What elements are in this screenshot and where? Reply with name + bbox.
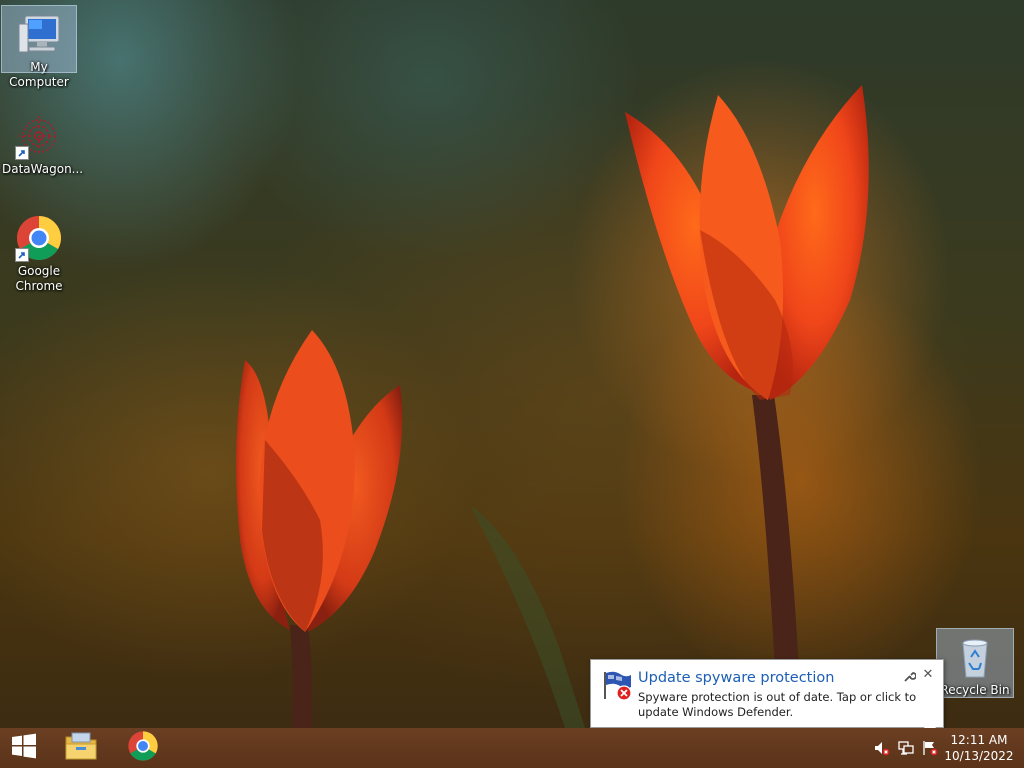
action-center-flag-icon[interactable]: [922, 740, 938, 756]
volume-muted-icon[interactable]: [874, 740, 890, 756]
windows-defender-flag-icon: [600, 669, 634, 703]
computer-icon: [15, 10, 63, 58]
desktop-icon-label: My Computer: [9, 60, 69, 89]
desktop-icon-google-chrome[interactable]: Google Chrome: [2, 210, 76, 294]
desktop-wallpaper: [236, 60, 950, 728]
shortcut-arrow-icon: [15, 248, 29, 262]
start-button[interactable]: [0, 728, 48, 768]
desktop-icon-label: Google Chrome: [15, 264, 63, 293]
taskbar-file-explorer[interactable]: [57, 728, 105, 768]
notification-title: Update spyware protection: [638, 670, 835, 686]
close-icon[interactable]: ✕: [921, 668, 935, 682]
clock-time: 12:11 AM: [950, 733, 1008, 747]
taskbar: 12:11 AM 10/13/2022: [0, 728, 1024, 768]
chrome-icon: [127, 730, 159, 766]
datawagon-icon: [15, 112, 63, 160]
shortcut-arrow-icon: [15, 146, 29, 160]
desktop-icon-my-computer[interactable]: My Computer: [1, 5, 77, 89]
clock-date: 10/13/2022: [944, 749, 1014, 763]
desktop-icon-label: DataWagon...: [2, 162, 84, 176]
taskbar-clock[interactable]: 12:11 AM 10/13/2022: [944, 732, 1014, 764]
notification-balloon[interactable]: Update spyware protection Spyware protec…: [590, 659, 944, 728]
network-icon[interactable]: [898, 740, 914, 756]
desktop-icon-datawagon[interactable]: DataWagon...: [2, 108, 84, 177]
settings-wrench-icon[interactable]: [902, 669, 917, 683]
desktop-icon-label: Recycle Bin: [940, 683, 1010, 697]
recycle-bin-icon: [951, 633, 999, 681]
chrome-icon: [15, 214, 63, 262]
notification-message: Spyware protection is out of date. Tap o…: [638, 690, 917, 719]
folder-icon: [64, 731, 98, 765]
desktop-icon-recycle-bin[interactable]: Recycle Bin: [936, 628, 1014, 698]
windows-logo-icon: [11, 733, 37, 763]
taskbar-google-chrome[interactable]: [119, 728, 167, 768]
